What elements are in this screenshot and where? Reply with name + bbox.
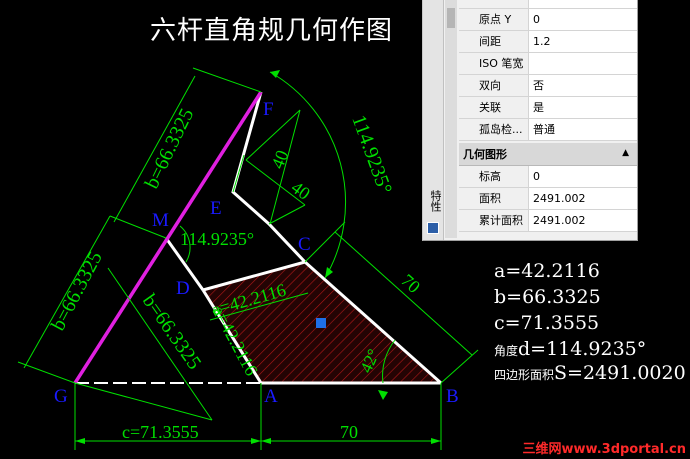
result-angle-prefix: 角度 — [494, 344, 519, 358]
dim-e40b: 40 — [288, 177, 314, 204]
drawing-title: 六杆直角规几何作图 — [150, 16, 394, 46]
property-value[interactable]: 2491.002 — [529, 210, 637, 231]
section-geometry[interactable]: 几何图形 ▲ — [459, 143, 637, 166]
property-value[interactable]: 0 — [529, 9, 637, 30]
property-value[interactable]: 普通 — [529, 119, 637, 140]
dim-cb-70: 70 — [397, 270, 424, 297]
property-key: 间距 — [459, 31, 529, 52]
label-d: D — [176, 278, 190, 299]
label-e: E — [210, 198, 222, 219]
label-a: A — [264, 386, 278, 407]
grip-handle[interactable] — [316, 318, 326, 328]
palette-icon[interactable] — [427, 222, 439, 234]
property-value[interactable]: 2491.002 — [529, 188, 637, 209]
property-key: 孤岛检... — [459, 119, 529, 140]
property-rows: 原点 Y0 间距 1.2 ISO 笔宽 双向否 关联是 孤岛检... 普通 几何图形… — [459, 0, 637, 232]
collapse-arrow-icon[interactable]: ▲ — [622, 148, 629, 158]
dimension-texts: b=66.3325 b=66.3325 b=66.3325 114.9235° … — [47, 105, 424, 442]
label-f: F — [263, 99, 274, 120]
property-row[interactable]: 关联是 — [459, 97, 637, 119]
property-row[interactable]: 累计面积 2491.002 — [459, 210, 637, 232]
section-title: 几何图形 — [463, 148, 507, 161]
dimension-arrows — [75, 70, 441, 444]
property-row[interactable]: 孤岛检... 普通 — [459, 119, 637, 141]
property-key: ISO 笔宽 — [459, 53, 529, 74]
property-row[interactable]: 标高 0 — [459, 166, 637, 188]
property-key: 关联 — [459, 97, 529, 118]
property-value[interactable] — [529, 53, 637, 74]
result-area: 四边形面积S=2491.0020 — [494, 362, 686, 384]
result-area-value: S=2491.0020 — [554, 362, 686, 384]
property-row[interactable]: ISO 笔宽 — [459, 53, 637, 75]
dim-angle-m: 114.9235° — [180, 229, 254, 249]
result-a: a=42.2116 — [494, 260, 600, 282]
palette-side-bar[interactable]: 特性 — [423, 0, 444, 240]
palette-title: 特性 — [429, 190, 442, 212]
result-angle: 角度d=114.9235° — [494, 338, 646, 360]
palette-scrollbar[interactable] — [445, 0, 457, 238]
property-key: 标高 — [459, 166, 529, 187]
property-row[interactable]: 面积 2491.002 — [459, 188, 637, 210]
property-row-partial — [459, 0, 637, 9]
watermark: 三维网www.3dportal.cn — [522, 442, 686, 457]
result-b: b=66.3325 — [494, 286, 601, 308]
dim-mf: b=66.3325 — [141, 105, 199, 192]
label-m: M — [152, 210, 169, 231]
property-value[interactable]: 是 — [529, 97, 637, 118]
property-key: 面积 — [459, 188, 529, 209]
label-g: G — [54, 386, 68, 407]
property-row[interactable]: 间距 1.2 — [459, 31, 637, 53]
property-value[interactable]: 0 — [529, 166, 637, 187]
label-b: B — [446, 386, 459, 407]
properties-palette: 特性 原点 Y0 间距 1.2 ISO 笔宽 双向否 关联是 孤岛检... 普通 几… — [422, 0, 638, 241]
property-value[interactable]: 否 — [529, 75, 637, 96]
property-value[interactable]: 1.2 — [529, 31, 637, 52]
result-angle-value: d=114.9235° — [518, 338, 647, 360]
dim-e40a: 40 — [267, 147, 292, 171]
dim-ab-70: 70 — [340, 422, 358, 442]
dim-ga-c: c=71.3555 — [122, 422, 199, 442]
scrollbar-thumb[interactable] — [447, 8, 455, 28]
property-row[interactable]: 原点 Y0 — [459, 9, 637, 31]
label-c: C — [298, 234, 311, 255]
property-key: 原点 Y — [459, 9, 529, 30]
dim-gm: b=66.3325 — [47, 248, 107, 335]
dim-arc-angle: 114.9235° — [347, 112, 396, 197]
result-c: c=71.3555 — [494, 312, 600, 334]
result-area-prefix: 四边形面积 — [494, 368, 555, 382]
property-row[interactable]: 双向否 — [459, 75, 637, 97]
property-key: 累计面积 — [459, 210, 529, 231]
property-key: 双向 — [459, 75, 529, 96]
